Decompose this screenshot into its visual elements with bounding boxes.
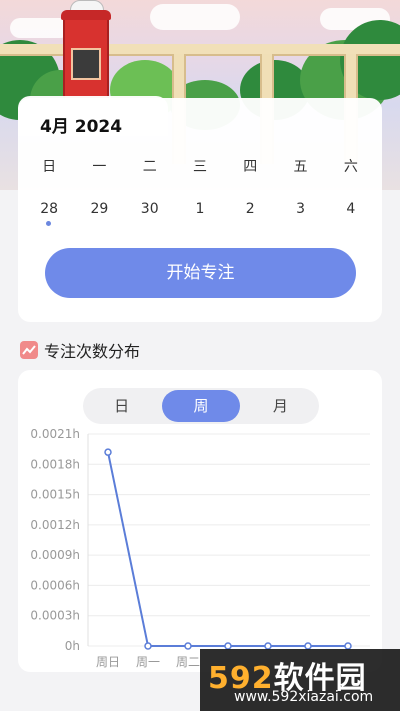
watermark-url: www.592xiazai.com <box>234 689 374 705</box>
y-tick-label: 0.0021h <box>30 427 80 441</box>
series-line <box>107 451 348 647</box>
focus-count-line-chart: 0.0021h 0.0018h 0.0015h 0.0012h 0.0009h 0.000… <box>30 427 370 669</box>
data-point <box>104 448 112 456</box>
y-tick-label: 0.0003h <box>30 609 80 623</box>
data-point <box>184 642 192 650</box>
watermark: 592软件园 www.592xiazai.com <box>200 649 400 711</box>
y-tick-label: 0.0015h <box>30 488 80 502</box>
x-tick-label: 周二 <box>176 655 200 669</box>
x-tick-label: 周一 <box>136 655 160 669</box>
y-tick-label: 0.0018h <box>30 457 80 471</box>
y-tick-label: 0.0009h <box>30 548 80 562</box>
data-point <box>144 642 152 650</box>
y-tick-label: 0.0012h <box>30 518 80 532</box>
x-tick-label: 周日 <box>96 655 120 669</box>
y-tick-label: 0h <box>65 639 80 653</box>
y-tick-label: 0.0006h <box>30 578 80 592</box>
